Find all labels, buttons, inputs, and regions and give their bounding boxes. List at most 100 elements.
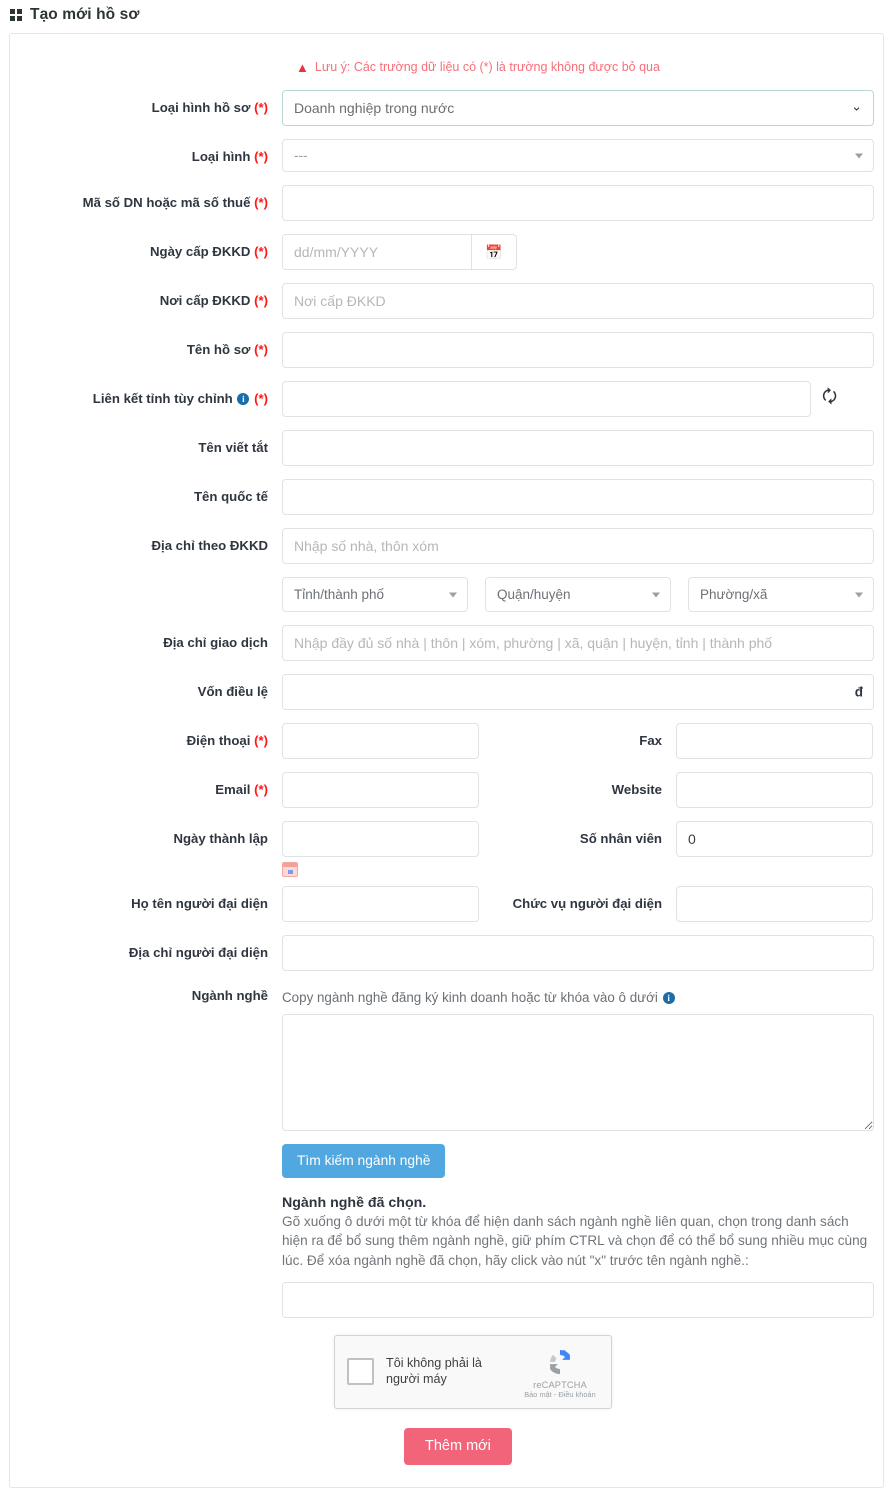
- submit-row: Thêm mới: [24, 1427, 869, 1465]
- label-transaction-address: Địa chỉ giao dịch: [163, 635, 268, 650]
- profile-type-select[interactable]: Doanh nghiệp trong nước: [282, 90, 874, 126]
- grid-icon: [10, 8, 23, 22]
- label-type-text: Loại hình: [191, 149, 251, 164]
- custom-province-link-input[interactable]: [282, 381, 811, 417]
- required-marker: (*): [254, 149, 268, 164]
- create-profile-page: Tạo mới hồ sơ ▲ Lưu ý: Các trường dữ liệ…: [0, 0, 893, 1500]
- tax-code-input[interactable]: [282, 185, 874, 221]
- row-profile-name: Tên hồ sơ (*): [24, 332, 874, 368]
- label-dkkd-place: Nơi cấp ĐKKD (*): [24, 283, 282, 310]
- calendar-button[interactable]: 📅: [472, 234, 517, 270]
- charter-capital-input[interactable]: [282, 674, 874, 710]
- calendar-icon: 📅: [485, 244, 503, 260]
- industry-hint: Copy ngành nghề đăng ký kinh doanh hoặc …: [282, 989, 676, 1008]
- label-email-text: Email: [215, 782, 251, 797]
- industry-textarea[interactable]: [282, 1013, 874, 1131]
- row-dkkd-address: Địa chỉ theo ĐKKD: [24, 528, 874, 564]
- recaptcha-logo-icon: [521, 1345, 599, 1379]
- label-website: Website: [611, 782, 662, 797]
- dkkd-date-group: 📅: [282, 234, 517, 270]
- profile-name-input[interactable]: [282, 332, 874, 368]
- type-select[interactable]: ---: [282, 139, 874, 172]
- label-dkkd-address: Địa chỉ theo ĐKKD: [151, 538, 269, 553]
- row-phone-fax: Điện thoại (*) Fax: [24, 723, 873, 759]
- required-marker: (*): [254, 293, 268, 308]
- caret-down-icon: [652, 592, 660, 597]
- caret-down-icon: [449, 592, 457, 597]
- label-profile-name-text: Tên hồ sơ: [186, 342, 251, 357]
- form-card: ▲ Lưu ý: Các trường dữ liệu có (*) là tr…: [9, 33, 884, 1488]
- row-representative: Họ tên người đại diện Chức vụ người đại …: [24, 886, 873, 922]
- label-type: Loại hình (*): [24, 139, 282, 166]
- chosen-industry-input[interactable]: [282, 1281, 874, 1318]
- recaptcha-row: Tôi không phải là người máy reCAPTCHA Bả…: [24, 1334, 869, 1409]
- fax-input[interactable]: [676, 723, 873, 759]
- page-title: Tạo mới hồ sơ: [30, 6, 140, 23]
- label-founded-date: Ngày thành lập: [173, 831, 268, 846]
- row-founded-employees: Ngày thành lập Số nhân viên: [24, 821, 873, 857]
- label-phone: Điện thoại (*): [24, 723, 282, 759]
- recaptcha-links[interactable]: Bảo mật - Điều khoản: [521, 1390, 599, 1399]
- chosen-industry-title: Ngành nghề đã chọn.: [282, 1194, 427, 1211]
- required-marker: (*): [254, 342, 268, 357]
- row-short-name: Tên viết tắt: [24, 430, 874, 466]
- recaptcha-checkbox[interactable]: [347, 1358, 374, 1386]
- international-name-input[interactable]: [282, 479, 874, 515]
- row-dkkd-date: Ngày cấp ĐKKD (*) 📅: [24, 234, 869, 270]
- submit-spacer: [24, 1428, 404, 1465]
- info-icon[interactable]: i: [237, 393, 250, 405]
- row-type: Loại hình (*) ---: [24, 139, 874, 172]
- district-select[interactable]: Quận/huyện: [485, 577, 671, 612]
- label-dkkd-place-text: Nơi cấp ĐKKD: [159, 293, 251, 308]
- refresh-icon[interactable]: 🗘: [822, 388, 837, 405]
- recaptcha-widget[interactable]: Tôi không phải là người máy reCAPTCHA Bả…: [334, 1334, 612, 1409]
- recaptcha-brand-name: reCAPTCHA: [533, 1379, 587, 1390]
- email-input[interactable]: [282, 772, 479, 808]
- label-industry: Ngành nghề: [191, 988, 268, 1003]
- dkkd-date-input[interactable]: [282, 234, 472, 270]
- label-rep-address: Địa chỉ người đại diện: [128, 945, 268, 960]
- label-rep-name: Họ tên người đại diện: [131, 896, 268, 911]
- required-fields-notice: ▲ Lưu ý: Các trường dữ liệu có (*) là tr…: [24, 60, 869, 74]
- short-name-input[interactable]: [282, 430, 874, 466]
- row-rep-address: Địa chỉ người đại diện: [24, 935, 874, 971]
- required-marker: (*): [254, 733, 268, 748]
- label-international-name: Tên quốc tế: [194, 489, 268, 504]
- calendar-picker-icon[interactable]: [282, 862, 298, 877]
- rep-position-input[interactable]: [676, 886, 873, 922]
- province-select[interactable]: Tỉnh/thành phố: [282, 577, 468, 612]
- transaction-address-input[interactable]: [282, 625, 874, 661]
- row-charter-capital: Vốn điều lệ đ: [24, 674, 874, 710]
- industry-hint-text: Copy ngành nghề đăng ký kinh doanh hoặc …: [282, 990, 658, 1005]
- dkkd-place-input[interactable]: [282, 283, 874, 319]
- founded-date-input[interactable]: [282, 821, 479, 857]
- district-select-value: Quận/huyện: [497, 587, 571, 602]
- rep-name-input[interactable]: [282, 886, 479, 922]
- row-founded-date-picker: [24, 859, 869, 877]
- required-marker: (*): [254, 195, 268, 210]
- required-marker: (*): [254, 391, 268, 406]
- dkkd-address-input[interactable]: [282, 528, 874, 564]
- label-dkkd-date: Ngày cấp ĐKKD (*): [24, 234, 282, 261]
- required-marker: (*): [254, 100, 268, 115]
- recaptcha-brand: reCAPTCHA Bảo mật - Điều khoản: [521, 1345, 599, 1399]
- employees-input[interactable]: [676, 821, 873, 857]
- label-dkkd-date-text: Ngày cấp ĐKKD: [150, 244, 251, 259]
- search-industry-button[interactable]: Tìm kiếm ngành nghề: [282, 1143, 446, 1178]
- ward-select[interactable]: Phường/xã: [688, 577, 874, 612]
- website-input[interactable]: [676, 772, 873, 808]
- currency-suffix: đ: [854, 684, 863, 700]
- info-icon[interactable]: i: [662, 992, 675, 1004]
- label-fax: Fax: [639, 733, 662, 748]
- label-custom-province-link-text: Liên kết tỉnh tùy chỉnh: [92, 391, 233, 406]
- rep-address-input[interactable]: [282, 935, 874, 971]
- warning-triangle-icon: ▲: [296, 59, 309, 75]
- label-profile-type: Loại hình hồ sơ (*): [24, 90, 282, 117]
- row-dkkd-place: Nơi cấp ĐKKD (*): [24, 283, 874, 319]
- row-custom-province-link: Liên kết tỉnh tùy chỉnh i (*) 🗘: [24, 381, 869, 417]
- phone-input[interactable]: [282, 723, 479, 759]
- row-profile-type: Loại hình hồ sơ (*) Doanh nghiệp trong n…: [24, 90, 874, 126]
- row-administrative-selects: Tỉnh/thành phố Quận/huyện Phường/xã: [24, 577, 874, 612]
- submit-button[interactable]: Thêm mới: [404, 1427, 512, 1465]
- label-phone-text: Điện thoại: [186, 733, 251, 748]
